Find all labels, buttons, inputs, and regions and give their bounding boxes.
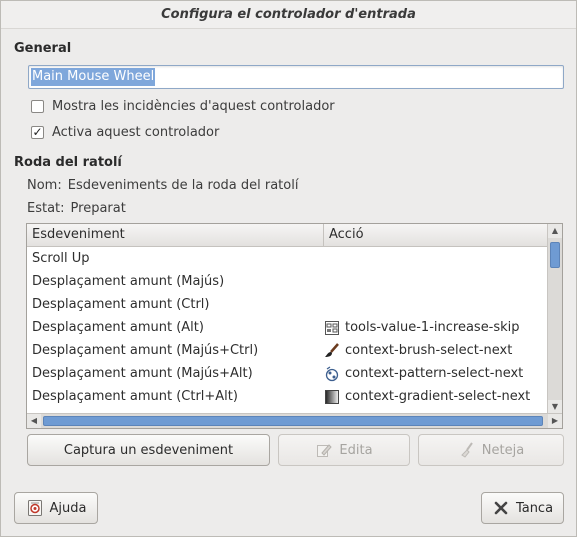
tree-header: Esdeveniment Acció <box>27 224 547 247</box>
event-cell: Desplaçament amunt (Ctrl) <box>32 297 210 312</box>
action-cell: context-brush-select-next <box>324 342 547 359</box>
horizontal-scrollbar[interactable]: ◀ ▶ <box>27 413 562 428</box>
general-heading: General <box>14 41 72 56</box>
action-cell: context-gradient-select-next <box>324 389 547 405</box>
clear-button[interactable]: Neteja <box>418 434 564 466</box>
gradient-icon <box>324 389 340 405</box>
vertical-scrollbar[interactable]: ▲ ▼ <box>547 224 562 414</box>
table-row[interactable]: Scroll Up <box>27 247 547 270</box>
edit-label: Edita <box>339 442 373 458</box>
edit-button[interactable]: Edita <box>278 434 410 466</box>
scroll-down-arrow-icon[interactable]: ▼ <box>548 400 562 414</box>
vertical-scroll-thumb[interactable] <box>550 242 560 268</box>
controller-name-info: Nom: Esdeveniments de la roda del ratolí <box>27 178 298 196</box>
event-cell: Desplaçament amunt (Ctrl+Alt) <box>32 389 238 404</box>
table-row[interactable]: Desplaçament amunt (Alt) tools-value-1-i… <box>27 316 547 339</box>
table-row[interactable]: Desplaçament amunt (Majús) <box>27 270 547 293</box>
window-title: Configura el controlador d'entrada <box>1 1 576 29</box>
help-button[interactable]: Ajuda <box>14 492 98 524</box>
scroll-up-arrow-icon[interactable]: ▲ <box>548 224 562 238</box>
show-events-label: Mostra les incidències d'aquest controla… <box>52 98 335 114</box>
action-label: tools-value-1-increase-skip <box>345 320 520 335</box>
enable-controller-checkbox-row[interactable]: ✓ Activa aquest controlador <box>31 123 219 141</box>
scroll-left-arrow-icon[interactable]: ◀ <box>27 414 41 428</box>
close-icon <box>492 499 510 517</box>
name-key: Nom: <box>27 178 62 193</box>
event-cell: Desplaçament amunt (Majús) <box>32 274 225 289</box>
table-row[interactable]: Desplaçament amunt (Ctrl) <box>27 293 547 316</box>
tree-rows: Scroll Up Desplaçament amunt (Majús) Des… <box>27 247 547 408</box>
event-cell: Desplaçament amunt (Majús+Alt) <box>32 366 253 381</box>
close-label: Tanca <box>515 500 554 516</box>
state-value: Preparat <box>70 201 126 216</box>
show-events-checkbox[interactable] <box>31 99 44 113</box>
scroll-right-arrow-icon[interactable]: ▶ <box>548 414 562 428</box>
events-tree[interactable]: Esdeveniment Acció Scroll Up Desplaçamen… <box>26 223 563 429</box>
table-row[interactable]: Desplaçament amunt (Majús+Ctrl) context-… <box>27 339 547 362</box>
controller-name-input[interactable]: Main Mouse Wheel <box>28 65 564 89</box>
tool-options-icon <box>324 320 340 336</box>
table-row[interactable]: Desplaçament amunt (Majús+Alt) context-p… <box>27 362 547 385</box>
action-label: context-gradient-select-next <box>345 389 531 404</box>
broom-icon <box>458 441 476 459</box>
action-cell: tools-value-1-increase-skip <box>324 320 547 336</box>
event-cell: Desplaçament amunt (Alt) <box>32 320 204 335</box>
action-label: context-pattern-select-next <box>345 366 524 381</box>
action-cell: context-pattern-select-next <box>324 365 547 382</box>
help-icon <box>26 499 44 517</box>
brush-icon <box>324 342 340 359</box>
capture-event-label: Captura un esdeveniment <box>63 442 234 458</box>
state-key: Estat: <box>27 201 65 216</box>
close-button[interactable]: Tanca <box>481 492 564 524</box>
horizontal-scroll-thumb[interactable] <box>43 416 543 426</box>
enable-controller-label: Activa aquest controlador <box>52 124 220 140</box>
edit-icon <box>315 441 333 459</box>
wheel-heading: Roda del ratolí <box>14 155 122 170</box>
column-header-event[interactable]: Esdeveniment <box>27 224 324 246</box>
name-value: Esdeveniments de la roda del ratolí <box>67 178 299 193</box>
controller-name-value: Main Mouse Wheel <box>31 68 156 86</box>
event-cell: Desplaçament amunt (Majús+Ctrl) <box>32 343 259 358</box>
show-events-checkbox-row[interactable]: Mostra les incidències d'aquest controla… <box>31 97 335 115</box>
controller-state-info: Estat: Preparat <box>27 201 126 219</box>
dialog-window: Configura el controlador d'entrada Gener… <box>0 0 577 537</box>
table-row[interactable]: Desplaçament amunt (Ctrl+Alt) context-gr… <box>27 385 547 408</box>
event-cell: Scroll Up <box>32 251 90 266</box>
column-header-action[interactable]: Acció <box>324 224 547 246</box>
pattern-icon <box>324 365 340 382</box>
clear-label: Neteja <box>481 442 525 458</box>
capture-event-button[interactable]: Captura un esdeveniment <box>27 434 270 466</box>
enable-controller-checkbox[interactable]: ✓ <box>31 125 44 139</box>
help-label: Ajuda <box>49 500 87 516</box>
action-label: context-brush-select-next <box>345 343 513 358</box>
